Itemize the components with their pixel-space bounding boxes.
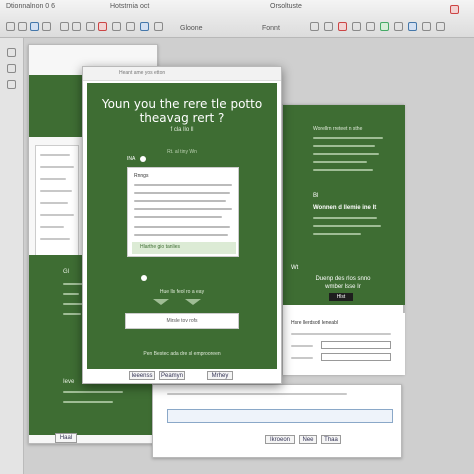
- file-icon[interactable]: [6, 22, 15, 31]
- left-sidebar: [0, 38, 24, 474]
- dialog-subtitle: f cla llo ll: [170, 127, 194, 133]
- card-heading: Rnngs: [134, 173, 149, 179]
- table-icon[interactable]: [394, 22, 403, 31]
- right-step-label: Bl: [313, 193, 319, 199]
- main-dialog: Heant ame yos etton Youn you the rere tl…: [82, 66, 282, 384]
- right-form-title: Hsre llerdsotl Ieneabl: [291, 320, 338, 326]
- left-label-a: Gl: [63, 269, 69, 275]
- dialog-body: Youn you the rere tle potto theavag rert…: [87, 83, 277, 369]
- dialog-tab-3[interactable]: Mrhey: [207, 371, 233, 380]
- dialog-footer-text: Pen Bestec ada dre sl emprooreen: [143, 351, 221, 357]
- answer-input[interactable]: Mirsle tov rofs: [125, 313, 239, 329]
- paste-icon[interactable]: [112, 22, 121, 31]
- chevron-down-icon: [153, 299, 169, 305]
- dialog-header-text: Heant ame yos etton: [119, 70, 166, 76]
- settings-icon[interactable]: [436, 22, 445, 31]
- print-icon[interactable]: [60, 22, 69, 31]
- delete-icon[interactable]: [98, 22, 107, 31]
- left-label-b: Ieve: [63, 379, 75, 385]
- share-icon[interactable]: [408, 22, 417, 31]
- bottom-button-3[interactable]: Thaa: [321, 435, 341, 444]
- answer-input-value: Mirsle tov rofs: [166, 318, 198, 324]
- right-form-field-1[interactable]: [321, 341, 391, 349]
- align-center-icon[interactable]: [324, 22, 333, 31]
- link-icon[interactable]: [140, 22, 149, 31]
- redo-icon[interactable]: [42, 22, 51, 31]
- search-icon[interactable]: [7, 80, 16, 89]
- dialog-tab-2[interactable]: Peamyn: [159, 371, 185, 380]
- bottom-panel: Ikroeon Nee Thaa: [152, 384, 402, 458]
- card-highlight: Hlarthe gio tanlies: [132, 242, 236, 254]
- zoom-icon[interactable]: [422, 22, 431, 31]
- highlight-icon[interactable]: [338, 22, 347, 31]
- left-page-form: [35, 145, 79, 265]
- bottom-button-1[interactable]: Ikroeon: [265, 435, 295, 444]
- close-icon[interactable]: [450, 5, 459, 14]
- content-card: Rnngs Hlarthe gio tanlies: [127, 167, 239, 257]
- step1-label: INA: [127, 156, 136, 162]
- dialog-header: Heant ame yos etton: [83, 67, 281, 81]
- bottom-panel-field[interactable]: [167, 409, 393, 423]
- image-icon[interactable]: [154, 22, 163, 31]
- bottom-button-2[interactable]: Nee: [299, 435, 317, 444]
- right-panel-banner: Worellrn rreteet n sthe Bl Wonnen d llem…: [283, 105, 405, 305]
- callout-button[interactable]: Hlst: [329, 293, 353, 301]
- copy-icon[interactable]: [86, 22, 95, 31]
- dialog-question: Hue lls feol ro a eay: [159, 289, 205, 295]
- format-icon[interactable]: [126, 22, 135, 31]
- outline-icon[interactable]: [7, 48, 16, 57]
- indent-icon[interactable]: [366, 22, 375, 31]
- right-heading: Worellrn rreteet n sthe: [313, 126, 363, 132]
- window-title-mid: Hotstrnia oct: [110, 3, 150, 10]
- right-step2-label: Wt: [291, 265, 299, 271]
- save-icon[interactable]: [18, 22, 27, 31]
- undo-icon[interactable]: [30, 22, 39, 31]
- list-icon[interactable]: [352, 22, 361, 31]
- card-line: Hlarthe gio tanlies: [140, 244, 181, 250]
- right-callout: Duenp des rlos snno wmber lsse Ir: [315, 276, 371, 290]
- right-form-field-2[interactable]: [321, 353, 391, 361]
- align-left-icon[interactable]: [310, 22, 319, 31]
- dialog-tab-1[interactable]: Ieeenss: [129, 371, 155, 380]
- right-subheading: Wonnen d llemie ine lt: [313, 205, 377, 211]
- left-footer-button[interactable]: Haal: [55, 433, 77, 443]
- pages-icon[interactable]: [7, 64, 16, 73]
- step1-dot-icon: [140, 156, 146, 162]
- window-title-left: Dtionnalnon 0 6: [6, 3, 56, 10]
- window-title-right: Orsoltuste: [270, 3, 302, 10]
- step2-dot-icon: [141, 275, 147, 281]
- dialog-title: Youn you the rere tle potto theavag rert…: [101, 97, 263, 125]
- app-toolbar: Dtionnalnon 0 6 Hotstrnia oct Orsoltuste…: [0, 0, 474, 38]
- menu-right[interactable]: Fonnt: [262, 25, 280, 32]
- check-icon[interactable]: [380, 22, 389, 31]
- chevron-down-icon: [185, 299, 201, 305]
- dialog-note: Rt. al tiny Wn: [167, 149, 197, 155]
- menu-left[interactable]: Gloone: [180, 25, 203, 32]
- right-panel: Worellrn rreteet n sthe Bl Wonnen d llem…: [282, 104, 405, 375]
- cut-icon[interactable]: [72, 22, 81, 31]
- right-form: Hsre llerdsotl Ieneabl: [283, 313, 405, 375]
